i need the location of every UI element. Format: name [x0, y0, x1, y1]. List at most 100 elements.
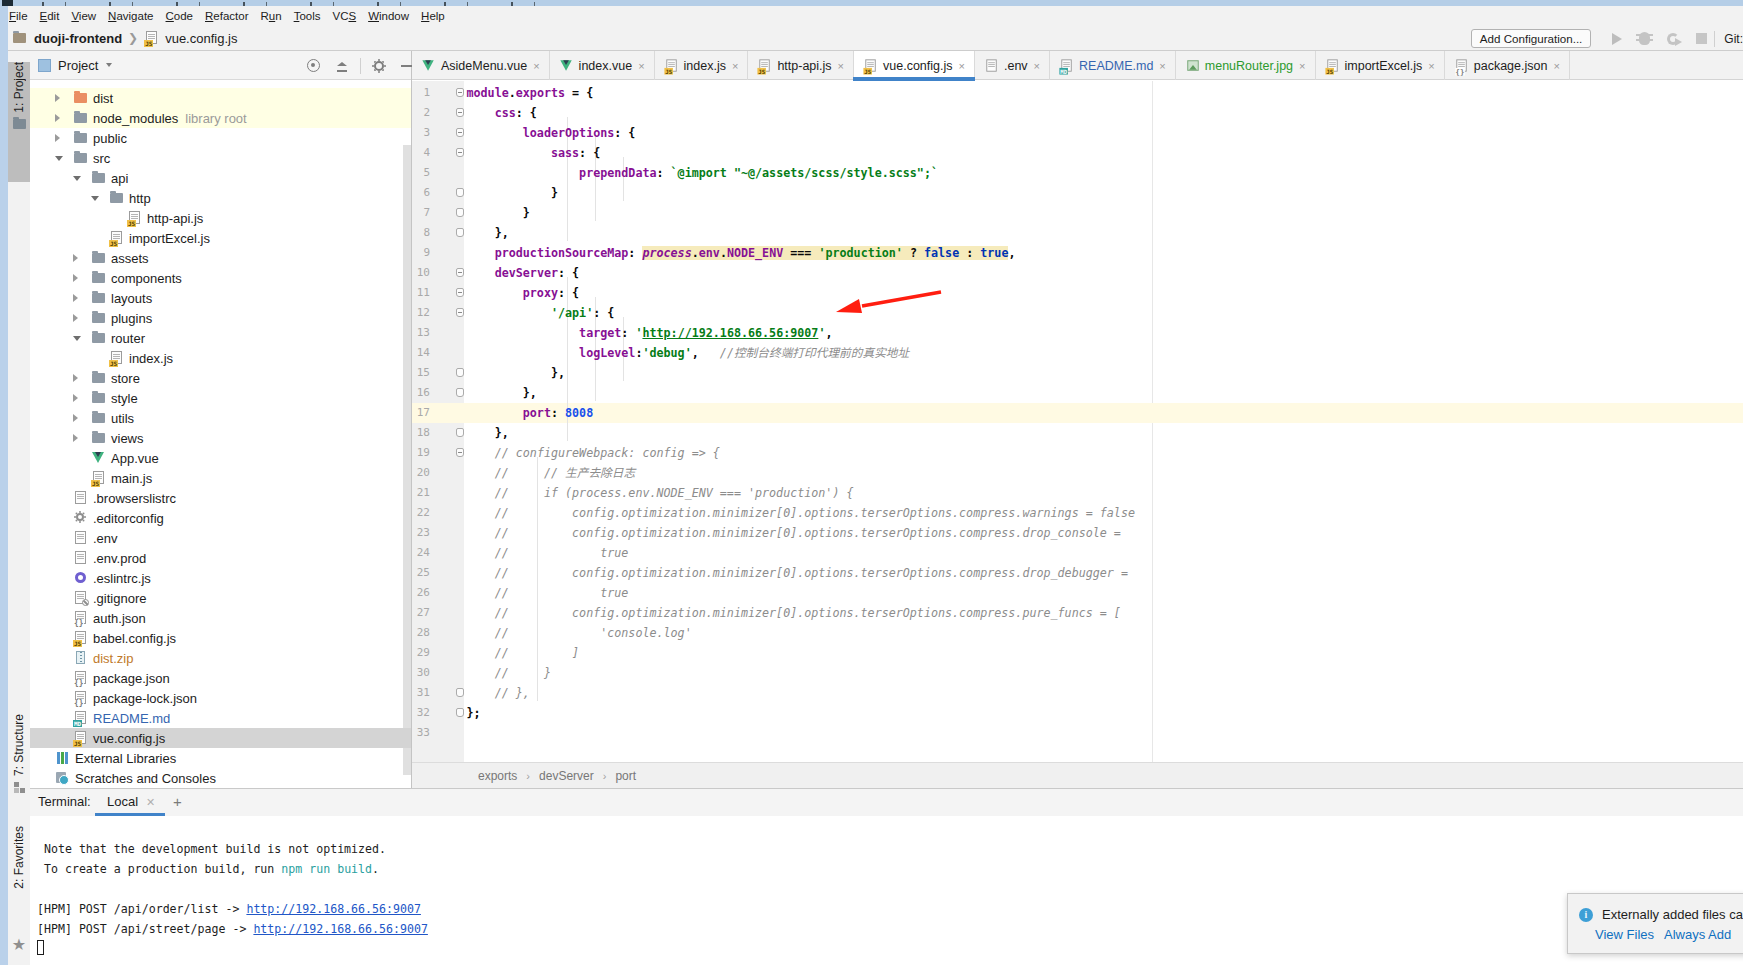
menu-refactor[interactable]: Refactor [199, 6, 254, 27]
editor-tab--env[interactable]: .env× [975, 51, 1050, 80]
tree-item-assets[interactable]: assets [30, 248, 411, 268]
close-tab-icon[interactable]: × [1553, 60, 1559, 72]
chevron-collapsed-icon[interactable] [73, 374, 78, 382]
close-tab-icon[interactable]: × [1034, 60, 1040, 72]
chevron-collapsed-icon[interactable] [55, 134, 60, 142]
tree-item-babel-config-js[interactable]: JSbabel.config.js [30, 628, 411, 648]
tree-item--env[interactable]: .env [30, 528, 411, 548]
close-tab-icon[interactable]: × [732, 60, 738, 72]
tree-item-http[interactable]: http [30, 188, 411, 208]
chevron-expanded-icon[interactable] [91, 196, 99, 201]
fold-marker-icon[interactable] [456, 128, 464, 137]
menu-help[interactable]: Help [415, 6, 451, 27]
chevron-collapsed-icon[interactable] [55, 94, 60, 102]
tree-item-plugins[interactable]: plugins [30, 308, 411, 328]
tree-item--editorconfig[interactable]: .editorconfig [30, 508, 411, 528]
tree-item-router[interactable]: router [30, 328, 411, 348]
close-tab-icon[interactable]: × [1299, 60, 1305, 72]
hide-panel-icon[interactable] [401, 65, 412, 67]
close-tab-icon[interactable]: × [1159, 60, 1165, 72]
view-files-link[interactable]: View Files [1595, 927, 1654, 942]
fold-marker-icon[interactable] [456, 228, 464, 237]
tree-item-store[interactable]: store [30, 368, 411, 388]
close-tab-icon[interactable]: × [638, 60, 644, 72]
fold-marker-icon[interactable] [456, 108, 464, 117]
fold-marker-icon[interactable] [456, 148, 464, 157]
menu-edit[interactable]: Edit [34, 6, 66, 27]
terminal-tab-local[interactable]: Local✕ [95, 789, 165, 816]
locate-icon[interactable] [307, 59, 320, 72]
close-tab-icon[interactable]: × [959, 60, 965, 72]
menu-vcs[interactable]: VCS [326, 6, 362, 27]
tree-item-node-modules[interactable]: node_moduleslibrary root [30, 108, 411, 128]
tree-item-package-json[interactable]: {}package.json [30, 668, 411, 688]
tree-item-layouts[interactable]: layouts [30, 288, 411, 308]
fold-marker-icon[interactable] [456, 448, 464, 457]
tree-item-index-js[interactable]: JSindex.js [30, 348, 411, 368]
chevron-collapsed-icon[interactable] [73, 394, 78, 402]
fold-marker-icon[interactable] [456, 188, 464, 197]
tree-item-views[interactable]: views [30, 428, 411, 448]
close-icon[interactable]: ✕ [146, 796, 155, 808]
breadcrumb-project[interactable]: duoji-frontend [34, 31, 122, 46]
favorites-star-icon[interactable]: ★ [8, 937, 30, 957]
tree-item-components[interactable]: components [30, 268, 411, 288]
tree-item--eslintrc-js[interactable]: .eslintrc.js [30, 568, 411, 588]
project-panel-title[interactable]: Project [58, 58, 98, 73]
breadcrumb-file[interactable]: vue.config.js [165, 31, 237, 46]
editor-tab-vue-config-js[interactable]: JSvue.config.js× [854, 51, 975, 80]
fold-marker-icon[interactable] [456, 288, 464, 297]
collapse-all-icon[interactable] [336, 60, 348, 72]
add-configuration-button[interactable]: Add Configuration... [1471, 29, 1591, 48]
menu-run[interactable]: Run [255, 6, 288, 27]
tree-item-auth-json[interactable]: {}auth.json [30, 608, 411, 628]
menu-code[interactable]: Code [160, 6, 200, 27]
tree-item-public[interactable]: public [30, 128, 411, 148]
editor-tab-asidemenu-vue[interactable]: AsideMenu.vue× [412, 51, 550, 80]
tree-item-dist-zip[interactable]: dist.zip [30, 648, 411, 668]
run-icon[interactable] [1612, 33, 1622, 45]
chevron-collapsed-icon[interactable] [73, 434, 78, 442]
tree-item-package-lock-json[interactable]: {}package-lock.json [30, 688, 411, 708]
fold-marker-icon[interactable] [456, 268, 464, 277]
editor-tab-package-json[interactable]: {}package.json× [1445, 51, 1570, 80]
editor-tab-http-api-js[interactable]: JShttp-api.js× [748, 51, 854, 80]
always-add-link[interactable]: Always Add [1664, 927, 1731, 942]
fold-marker-icon[interactable] [456, 308, 464, 317]
tree-item--gitignore[interactable]: .gitignore [30, 588, 411, 608]
chevron-collapsed-icon[interactable] [73, 414, 78, 422]
tree-item-external-libraries[interactable]: External Libraries [30, 748, 411, 768]
tree-item-readme-md[interactable]: MDREADME.md [30, 708, 411, 728]
editor-tab-readme-md[interactable]: MDREADME.md× [1050, 51, 1176, 80]
tree-item-main-js[interactable]: JSmain.js [30, 468, 411, 488]
menu-view[interactable]: View [65, 6, 102, 27]
chevron-expanded-icon[interactable] [73, 176, 81, 181]
chevron-collapsed-icon[interactable] [73, 294, 78, 302]
chevron-expanded-icon[interactable] [55, 156, 63, 161]
fold-marker-icon[interactable] [456, 208, 464, 217]
editor-breadcrumb-port[interactable]: port [615, 769, 636, 783]
tool-button-structure[interactable]: 7: Structure [8, 714, 30, 814]
fold-marker-icon[interactable] [456, 708, 464, 717]
debug-icon[interactable] [1639, 32, 1650, 45]
fold-marker-icon[interactable] [456, 388, 464, 397]
code-editor[interactable]: 1module.exports = {2 css: {3 loaderOptio… [412, 81, 1743, 762]
stop-icon[interactable] [1696, 33, 1707, 44]
new-terminal-icon[interactable]: + [173, 793, 182, 810]
tool-button-favorites[interactable]: 2: Favorites [8, 826, 30, 918]
chevron-expanded-icon[interactable] [73, 336, 81, 341]
tree-item-http-api-js[interactable]: JShttp-api.js [30, 208, 411, 228]
fold-marker-icon[interactable] [456, 688, 464, 697]
tree-item-app-vue[interactable]: App.vue [30, 448, 411, 468]
tree-item--browserslistrc[interactable]: .browserslistrc [30, 488, 411, 508]
editor-tab-menurouter-jpg[interactable]: menuRouter.jpg× [1176, 51, 1316, 80]
tree-item-scratches-and-consoles[interactable]: Scratches and Consoles [30, 768, 411, 788]
editor-breadcrumb-devServer[interactable]: devServer [539, 769, 594, 783]
close-tab-icon[interactable]: × [533, 60, 539, 72]
chevron-collapsed-icon[interactable] [73, 254, 78, 262]
chevron-collapsed-icon[interactable] [55, 114, 60, 122]
coverage-icon[interactable] [1667, 33, 1679, 45]
tree-item-importexcel-js[interactable]: JSimportExcel.js [30, 228, 411, 248]
close-tab-icon[interactable]: × [838, 60, 844, 72]
terminal-output[interactable]: Note that the development build is not o… [30, 816, 1743, 965]
